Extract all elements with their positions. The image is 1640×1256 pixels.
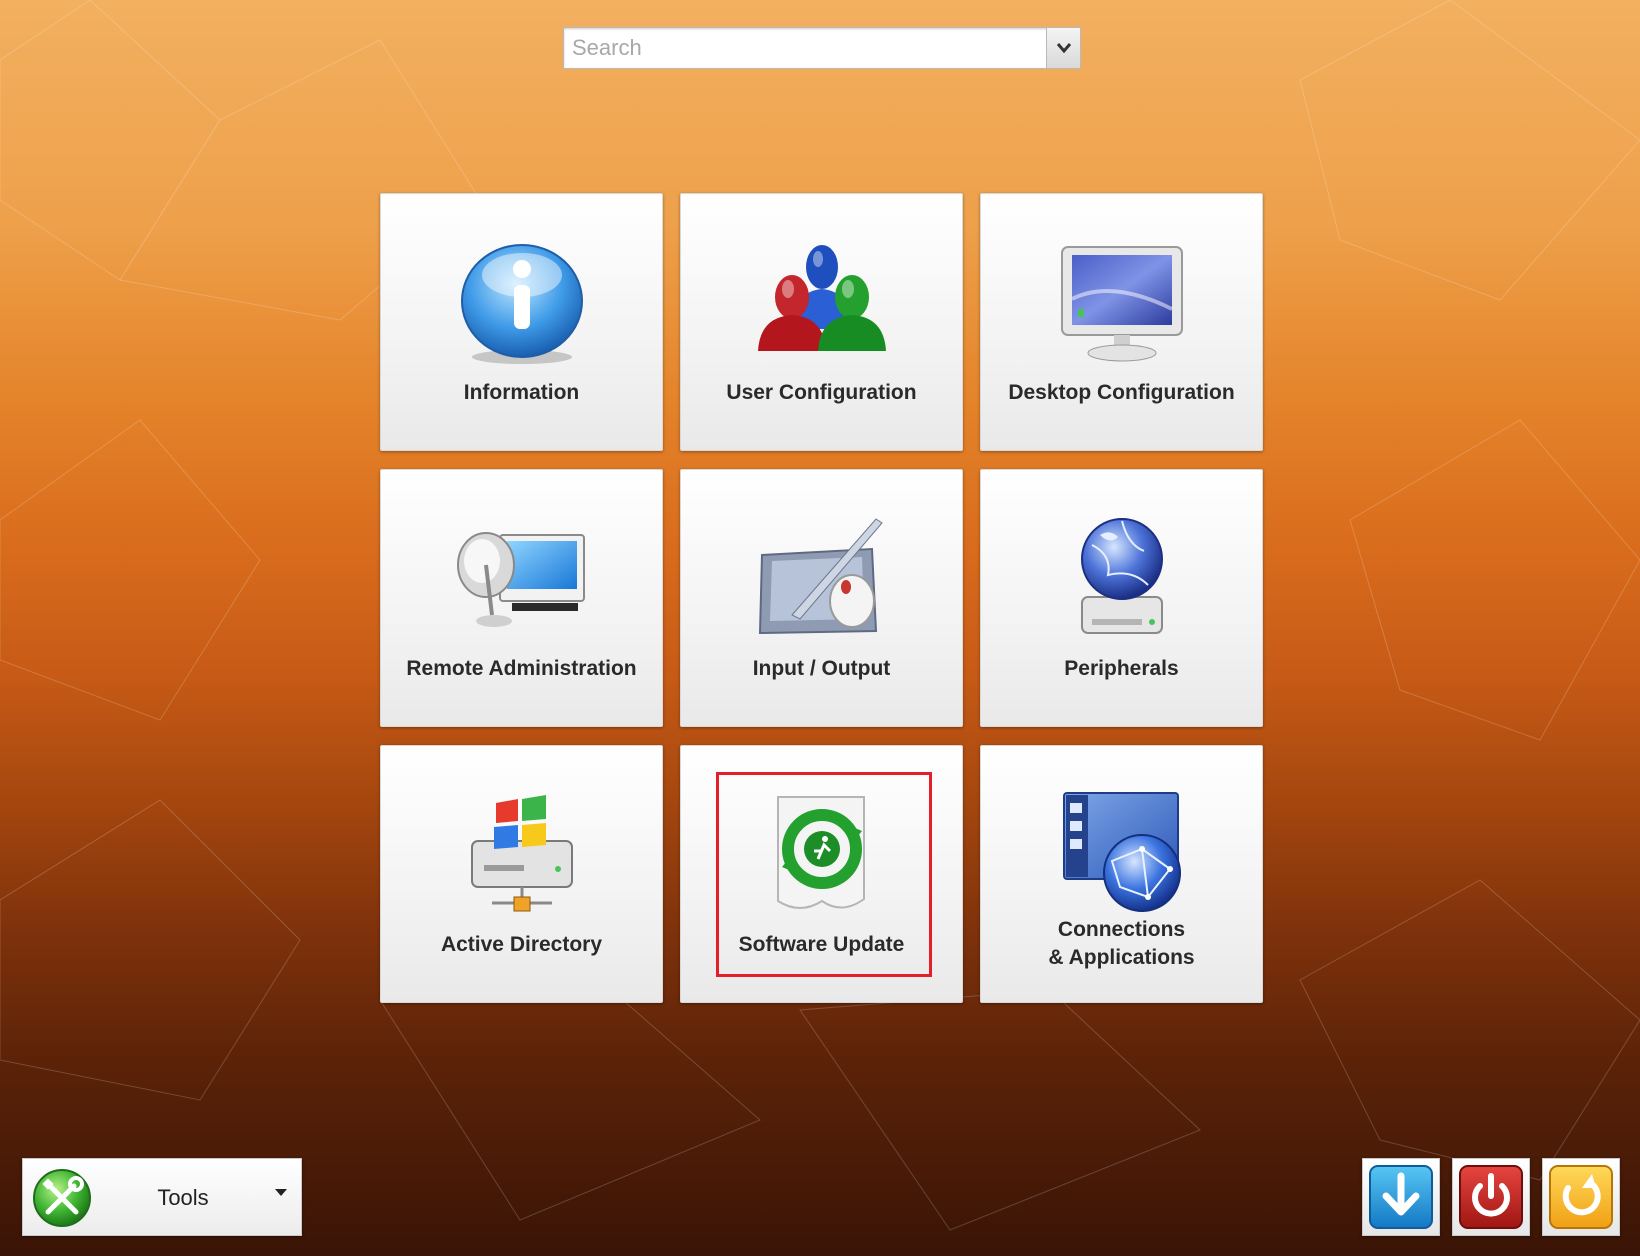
tile-label: User Configuration — [726, 381, 917, 404]
selection-highlight — [716, 772, 932, 977]
globe-drive-icon — [1080, 518, 1163, 634]
download-arrow-icon — [1369, 1165, 1433, 1229]
satellite-monitor-icon — [456, 532, 585, 627]
search-dropdown-button[interactable] — [1046, 28, 1080, 68]
restart-button[interactable] — [1542, 1158, 1620, 1236]
info-icon — [460, 244, 583, 364]
tablet-mouse-icon — [758, 518, 883, 635]
tile-information[interactable]: Information — [380, 193, 663, 451]
tile-label: Remote Administration — [406, 657, 637, 680]
power-icon — [1459, 1165, 1523, 1229]
tile-user-configuration[interactable]: User Configuration — [680, 193, 963, 451]
tile-remote-administration[interactable]: Remote Administration — [380, 469, 663, 727]
tile-desktop-configuration[interactable]: Desktop Configuration — [980, 193, 1263, 451]
power-button[interactable] — [1452, 1158, 1530, 1236]
search-box[interactable] — [563, 27, 1081, 69]
search-input[interactable] — [564, 28, 1048, 68]
tile-label: Desktop Configuration — [1008, 381, 1235, 404]
tile-label: Information — [463, 381, 580, 404]
tile-label: Input / Output — [752, 657, 891, 680]
wrench-screwdriver-icon — [33, 1169, 91, 1227]
monitor-icon — [1060, 246, 1183, 362]
tile-active-directory[interactable]: Active Directory — [380, 745, 663, 1003]
tile-label: Peripherals — [1064, 657, 1179, 680]
tile-label: Active Directory — [440, 933, 603, 956]
tile-label-line2: & Applications — [1048, 946, 1195, 969]
tile-label-line1: Connections — [1057, 918, 1186, 941]
tile-connections-applications[interactable]: Connections & Applications — [980, 745, 1263, 1003]
network-globe-icon — [1062, 792, 1181, 912]
tools-label: Tools — [157, 1185, 209, 1210]
users-icon — [757, 245, 886, 351]
tools-menu-button[interactable]: Tools — [22, 1158, 302, 1236]
tile-input-output[interactable]: Input / Output — [680, 469, 963, 727]
tile-peripherals[interactable]: Peripherals — [980, 469, 1263, 727]
tile-software-update[interactable]: Software Update — [680, 745, 963, 1003]
caret-down-icon — [275, 1189, 287, 1196]
restart-icon — [1549, 1165, 1613, 1229]
download-button[interactable] — [1362, 1158, 1440, 1236]
tile-label: Connections & Applications — [981, 916, 1262, 972]
chevron-down-icon — [1056, 43, 1071, 54]
windows-server-icon — [470, 795, 573, 912]
